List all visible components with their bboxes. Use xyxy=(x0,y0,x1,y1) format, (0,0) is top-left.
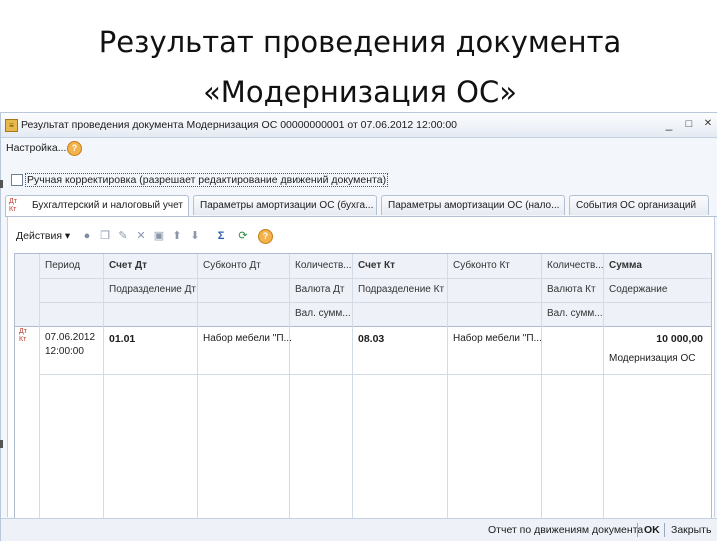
header-currency-sum-dt[interactable]: Вал. сумм... xyxy=(295,308,351,319)
save-icon[interactable]: ▣ xyxy=(152,229,166,243)
minimize-button[interactable]: _ xyxy=(661,116,677,132)
row-content[interactable]: Модернизация ОС xyxy=(609,353,696,364)
header-amount[interactable]: Сумма xyxy=(609,260,642,271)
refresh-icon[interactable]: ⟳ xyxy=(236,229,250,243)
manual-edit-label[interactable]: Ручная корректировка (разрешает редактир… xyxy=(25,173,389,187)
maximize-button[interactable]: □ xyxy=(681,116,697,132)
close-window-button[interactable]: Закрыть xyxy=(671,524,711,536)
tab-depreciation-accounting-label: Параметры амортизации ОС (бухга... xyxy=(200,200,374,211)
close-button[interactable]: ✕ xyxy=(700,116,716,132)
header-department-dt[interactable]: Подразделение Дт xyxy=(109,284,196,295)
tab-depreciation-tax-label: Параметры амортизации ОС (нало... xyxy=(388,200,560,211)
tab-bar: Дт Кт Бухгалтерский и налоговый учет Пара… xyxy=(5,195,717,217)
row-period-time[interactable]: 12:00:00 xyxy=(45,346,84,357)
report-button[interactable]: Отчет по движениям документа xyxy=(488,524,643,536)
edit-icon[interactable]: ✎ xyxy=(116,229,130,243)
manual-edit-checkbox[interactable] xyxy=(11,174,23,186)
help-icon[interactable]: ? xyxy=(258,229,273,244)
document-icon: ≡ xyxy=(5,119,18,132)
window-titlebar: ≡ Результат проведения документа Модерни… xyxy=(1,113,717,138)
column-divider xyxy=(103,254,104,519)
document-result-window: ≡ Результат проведения документа Модерни… xyxy=(0,112,717,541)
header-content[interactable]: Содержание xyxy=(609,284,667,295)
window-title: Результат проведения документа Модерниза… xyxy=(21,119,458,131)
postings-table: Период Счет Дт Субконто Дт Количеств... … xyxy=(14,253,712,520)
separator xyxy=(664,523,665,537)
separator xyxy=(637,523,638,537)
row-account-kt[interactable]: 08.03 xyxy=(358,333,384,345)
tab-accounting[interactable]: Дт Кт Бухгалтерский и налоговый учет xyxy=(5,195,189,217)
ok-button[interactable]: OK xyxy=(644,524,660,536)
row-subconto-kt[interactable]: Набор мебели "П... xyxy=(453,333,542,344)
row-period-date[interactable]: 07.06.2012 xyxy=(45,332,95,343)
edge-mark xyxy=(0,180,3,188)
settings-menu[interactable]: Настройка... xyxy=(6,142,66,154)
row-divider xyxy=(39,278,711,279)
edge-mark xyxy=(0,440,3,448)
header-quantity-dt[interactable]: Количеств... xyxy=(295,260,352,271)
table-toolbar: Действия ▾ ● ❐ ✎ ✕ ▣ ⬆ ⬇ Σ ⟳ ? xyxy=(8,225,714,247)
header-currency-dt[interactable]: Валюта Дт xyxy=(295,284,345,295)
window-menu: Настройка... ? xyxy=(1,137,717,161)
tab-fixed-asset-events[interactable]: События ОС организаций xyxy=(569,195,709,215)
slide-title-line2: «Модернизация ОС» xyxy=(203,75,517,109)
row-divider xyxy=(39,374,711,375)
move-down-icon[interactable]: ⬇ xyxy=(188,229,202,243)
row-divider xyxy=(39,302,711,303)
copy-icon[interactable]: ❐ xyxy=(98,229,112,243)
header-quantity-kt[interactable]: Количеств... xyxy=(547,260,604,271)
sum-icon[interactable]: Σ xyxy=(214,229,228,243)
delete-icon[interactable]: ✕ xyxy=(134,229,148,243)
move-up-icon[interactable]: ⬆ xyxy=(170,229,184,243)
tab-accounting-label: Бухгалтерский и налоговый учет xyxy=(32,200,183,211)
header-currency-kt[interactable]: Валюта Кт xyxy=(547,284,596,295)
column-divider xyxy=(39,254,40,519)
tab-depreciation-tax[interactable]: Параметры амортизации ОС (нало... xyxy=(381,195,565,215)
column-divider xyxy=(289,254,290,519)
dt-kt-icon: Дт Кт xyxy=(19,328,27,343)
add-icon[interactable]: ● xyxy=(80,229,94,243)
bottom-bar: Отчет по движениям документа OK Закрыть xyxy=(1,518,717,541)
dt-kt-icon: Дт Кт xyxy=(9,198,17,213)
column-divider xyxy=(197,254,198,519)
header-department-kt[interactable]: Подразделение Кт xyxy=(358,284,444,295)
column-divider xyxy=(541,254,542,519)
header-subconto-dt[interactable]: Субконто Дт xyxy=(203,260,261,271)
tab-fixed-asset-events-label: События ОС организаций xyxy=(576,200,697,211)
header-subconto-kt[interactable]: Субконто Кт xyxy=(453,260,510,271)
column-divider xyxy=(603,254,604,519)
slide-title-line1: Результат проведения документа xyxy=(98,25,622,59)
help-icon[interactable]: ? xyxy=(67,141,82,156)
header-currency-sum-kt[interactable]: Вал. сумм... xyxy=(547,308,603,319)
row-account-dt[interactable]: 01.01 xyxy=(109,333,135,345)
column-divider xyxy=(447,254,448,519)
header-account-kt[interactable]: Счет Кт xyxy=(358,260,395,271)
row-amount[interactable]: 10 000,00 xyxy=(656,333,703,345)
column-divider xyxy=(352,254,353,519)
header-period[interactable]: Период xyxy=(45,260,80,271)
row-subconto-dt[interactable]: Набор мебели "П... xyxy=(203,333,292,344)
actions-menu[interactable]: Действия ▾ xyxy=(16,230,70,242)
tab-depreciation-accounting[interactable]: Параметры амортизации ОС (бухга... xyxy=(193,195,377,215)
tab-panel: Действия ▾ ● ❐ ✎ ✕ ▣ ⬆ ⬇ Σ ⟳ ? Период Сч… xyxy=(7,217,715,520)
header-account-dt[interactable]: Счет Дт xyxy=(109,260,147,271)
